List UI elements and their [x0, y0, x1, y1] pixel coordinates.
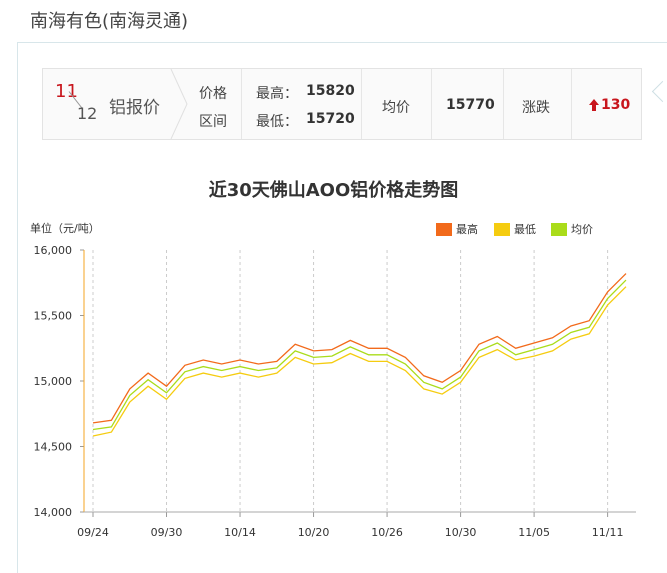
x-tick-label: 10/26	[371, 526, 403, 539]
x-tick-label: 11/11	[592, 526, 624, 539]
x-tick-label: 11/05	[518, 526, 550, 539]
x-tick-label: 10/20	[298, 526, 330, 539]
y-tick-label: 15,500	[34, 310, 73, 323]
price-line-chart: 09/24 09/30 10/14 10/20 10/26 10/30 11/05 11/11…	[34, 244, 636, 539]
x-tick-label: 10/14	[224, 526, 256, 539]
series-line-high	[92, 273, 627, 424]
y-tick-label: 16,000	[34, 244, 73, 257]
x-tick-label: 10/30	[445, 526, 477, 539]
x-tick-label: 09/30	[151, 526, 183, 539]
x-tick-label: 09/24	[77, 526, 109, 539]
y-tick-label: 14,500	[34, 441, 73, 454]
y-tick-label: 15,000	[34, 375, 73, 388]
series-line-avg	[92, 279, 627, 431]
series-line-low	[92, 286, 627, 437]
y-tick-label: 14,000	[34, 506, 73, 519]
